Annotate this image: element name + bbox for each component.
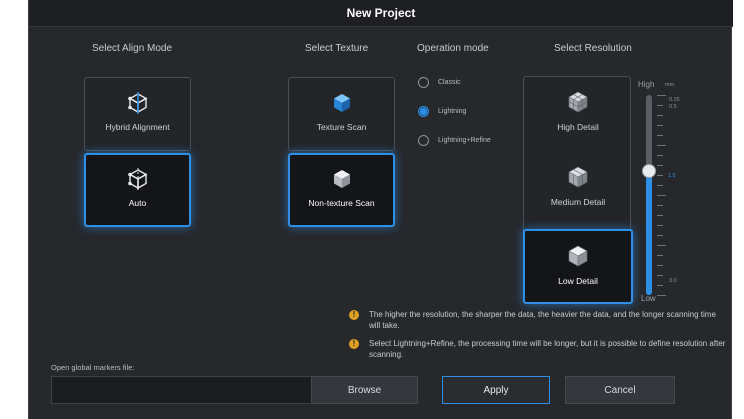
high-detail-mesh-icon [568,91,588,113]
align-mode-title: Select Align Mode [92,43,173,54]
resolution-high-detail-label: High Detail [557,122,599,132]
slider-tick [657,145,666,146]
slider-tick [657,255,663,256]
operation-mode-classic-radio[interactable]: Classic [418,77,461,88]
slider-value-top-1: 0.25 [669,97,680,103]
slider-tick [657,195,666,196]
dialog-title-bar: New Project [29,0,733,27]
slider-tick [657,165,663,166]
markers-file-input[interactable] [51,376,311,404]
slider-tick [657,155,663,156]
operation-mode-lightning-refine-radio[interactable]: Lightning+Refine [418,135,491,146]
apply-button[interactable]: Apply [442,376,550,404]
browse-button[interactable]: Browse [311,376,418,404]
radio-selected-icon [418,106,429,117]
operation-mode-lightning-refine-label: Lightning+Refine [438,137,491,144]
auto-align-cube-icon [127,168,147,190]
align-mode-hybrid-card[interactable]: Hybrid Alignment [84,77,191,151]
refine-note-text: Select Lightning+Refine, the processing … [369,339,726,359]
operation-mode-lightning-label: Lightning [438,108,467,115]
texture-scan-card[interactable]: Texture Scan [288,77,395,151]
slider-tick [657,275,663,276]
texture-scan-label: Texture Scan [316,122,367,132]
resolution-low-detail[interactable]: Low Detail [523,229,633,304]
slider-tick [657,235,663,236]
non-texture-cube-icon [333,170,350,188]
slider-tick [657,175,663,176]
dialog-title: New Project [346,6,416,20]
operation-mode-classic-label: Classic [438,79,461,86]
non-texture-scan-card[interactable]: Non-texture Scan [288,153,395,227]
new-project-dialog: New Project Select Align Mode Select Tex… [28,0,733,419]
resolution-note: ! The higher the resolution, the sharper… [349,309,729,331]
operation-mode-lightning-radio[interactable]: Lightning [418,106,466,117]
resolution-slider-handle[interactable] [642,164,656,178]
slider-tick [657,115,663,116]
slider-tick [657,215,663,216]
slider-tick [657,225,663,226]
radio-circle-icon [418,135,429,146]
low-detail-mesh-icon [568,245,588,267]
slider-tick [657,265,663,266]
resolution-note-text: The higher the resolution, the sharper t… [369,310,716,330]
slider-unit-label: mm [665,82,675,88]
align-mode-auto-label: Auto [128,198,147,208]
resolution-title: Select Resolution [554,43,632,54]
slider-value-bottom: 3.0 [669,278,677,284]
slider-low-label: Low [641,294,656,303]
slider-tick [657,95,666,96]
slider-tick [657,185,663,186]
warning-icon: ! [349,339,359,349]
resolution-medium-detail[interactable]: Medium Detail [524,152,632,228]
radio-circle-icon [418,77,429,88]
slider-value-top-2: 0.5 [669,104,677,110]
markers-file-label: Open global markers file: [51,363,135,372]
slider-tick [657,295,666,296]
medium-detail-mesh-icon [568,166,588,188]
resolution-medium-detail-label: Medium Detail [550,197,606,207]
slider-tick [657,125,663,126]
operation-mode-title: Operation mode [417,43,489,54]
slider-tick [657,205,663,206]
refine-note: ! Select Lightning+Refine, the processin… [349,338,729,360]
slider-tick [657,245,666,246]
slider-high-label: High [638,80,655,89]
slider-tick [657,285,663,286]
resolution-low-detail-label: Low Detail [558,276,598,286]
hybrid-alignment-cube-icon [127,92,147,114]
slider-current-value: 1.5 [668,173,676,179]
resolution-high-detail[interactable]: High Detail [524,77,632,153]
resolution-slider-fill [646,171,652,295]
align-mode-hybrid-label: Hybrid Alignment [105,122,170,132]
resolution-panel: High Detail Medium Detail Low Detail [523,76,633,304]
slider-tick [657,105,663,106]
cancel-button[interactable]: Cancel [565,376,675,404]
align-mode-auto-card[interactable]: Auto [84,153,191,227]
texture-cube-icon [333,94,350,112]
non-texture-scan-label: Non-texture Scan [308,198,375,208]
texture-title: Select Texture [305,43,369,54]
warning-icon: ! [349,310,359,320]
slider-tick [657,135,663,136]
